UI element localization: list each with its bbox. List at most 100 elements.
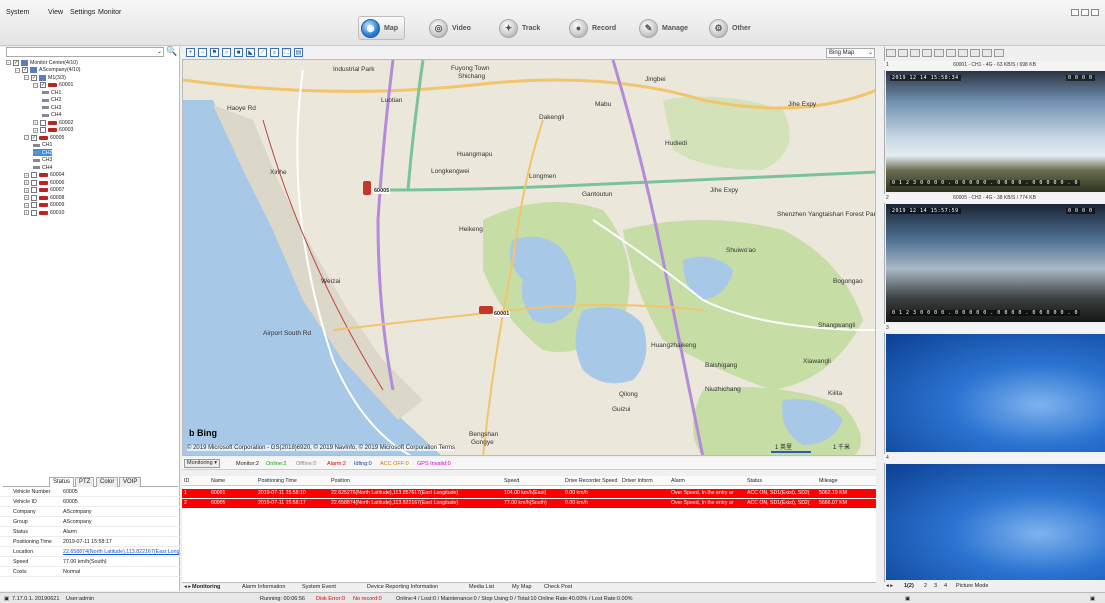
tree-checkbox[interactable]: ✓ — [31, 74, 37, 81]
tree-checkbox[interactable]: ✓ — [22, 67, 28, 73]
tree-checkbox[interactable] — [40, 119, 46, 126]
bottom-tab[interactable]: My Map — [512, 584, 532, 590]
video-talk-icon[interactable] — [970, 49, 980, 57]
tree-node[interactable]: CH4 — [33, 164, 52, 171]
nav-manage-button[interactable]: ✎ Manage — [639, 16, 688, 40]
polyline-icon[interactable]: ⟋ — [258, 48, 267, 57]
tab-scroll-icon[interactable]: ◂ ▸ — [184, 584, 191, 590]
tree-checkbox[interactable] — [31, 194, 37, 201]
tree-node[interactable]: +60009 — [24, 202, 64, 209]
grid-column-header[interactable]: Status — [747, 478, 762, 484]
monitoring-button[interactable]: Monitoring ▾ — [184, 459, 220, 468]
video-tab-4[interactable]: 4 — [944, 583, 947, 589]
tree-checkbox[interactable] — [40, 127, 46, 133]
video-window-3[interactable] — [886, 334, 1105, 452]
tree-expand-icon[interactable]: + — [33, 127, 38, 133]
tree-node[interactable]: +60002 — [33, 119, 73, 126]
nav-video-button[interactable]: ◎ Video — [429, 16, 471, 40]
tree-node[interactable]: CH1 — [33, 142, 52, 149]
grid-column-header[interactable]: Speed — [504, 478, 519, 484]
video-layout-icon[interactable] — [910, 49, 920, 57]
bottom-tab[interactable]: Alarm Information — [242, 584, 285, 590]
tree-checkbox[interactable] — [31, 187, 37, 193]
tree-expand-icon[interactable]: + — [24, 195, 29, 200]
minimize-button[interactable] — [1071, 9, 1079, 16]
tree-node[interactable]: +60007 — [24, 187, 64, 194]
fullscreen-icon[interactable]: ⛶ — [282, 48, 291, 57]
grid-column-header[interactable]: Drive Recorder Speed — [565, 478, 617, 484]
video-audio-icon[interactable] — [958, 49, 968, 57]
grid-column-header[interactable]: Positioning Time — [258, 478, 297, 484]
video-tab-3[interactable]: 3 — [934, 583, 937, 589]
grid-column-header[interactable]: Position — [331, 478, 350, 484]
tree-expand-icon[interactable]: − — [15, 67, 20, 73]
nav-record-button[interactable]: ● Record — [569, 16, 616, 40]
bottom-tab[interactable]: Check Post — [544, 584, 572, 590]
tree-search-input[interactable] — [6, 47, 164, 57]
table-row[interactable]: 1 60001 2019-07-11 15:58:10 22.625276(North… — [182, 489, 876, 498]
video-tab-1[interactable]: 1(2) — [904, 583, 914, 589]
tree-node[interactable]: − ✓ 60005 — [24, 134, 64, 141]
tree-expand-icon[interactable]: − — [33, 82, 38, 88]
tree-checkbox[interactable]: ✓ — [40, 82, 46, 88]
rectangle-icon[interactable]: ■ — [234, 48, 243, 57]
tree-node[interactable]: − ✓ Monitor Center(4/10) — [6, 59, 78, 66]
marker-icon[interactable]: ⚑ — [210, 48, 219, 57]
tree-node[interactable]: CH4 — [42, 112, 61, 119]
video-tab-picture-mode[interactable]: Picture Mode — [956, 583, 988, 589]
location-link[interactable]: 22.658874(North Latitude),113.822167(Eas… — [63, 549, 179, 555]
video-window-4[interactable] — [886, 464, 1105, 580]
nav-other-button[interactable]: ⚙ Other — [709, 16, 751, 40]
video-window-1[interactable]: 2019 12 14 15:58:34 0 0 0 0 0 1 2 3 0 0 … — [886, 71, 1105, 192]
zoom-in-icon[interactable]: + — [186, 48, 195, 57]
tree-checkbox[interactable] — [31, 179, 37, 186]
nav-track-button[interactable]: ✦ Track — [499, 16, 540, 40]
tree-node[interactable]: − ✓ 60001 — [33, 82, 73, 89]
video-tab-2[interactable]: 2 — [924, 583, 927, 589]
search-area-icon[interactable]: ⌕ — [270, 48, 279, 57]
tree-node[interactable]: +60010 — [24, 209, 64, 216]
tree-expand-icon[interactable]: + — [24, 202, 29, 208]
tree-expand-icon[interactable]: + — [33, 120, 38, 125]
grid-column-header[interactable]: Mileage — [819, 478, 838, 484]
tree-node[interactable]: +60008 — [24, 194, 64, 201]
video-snapshot-icon[interactable] — [946, 49, 956, 57]
zoom-out-icon[interactable]: − — [198, 48, 207, 57]
map-type-select[interactable]: Bing Map ⌄ — [826, 48, 875, 58]
polygon-icon[interactable]: ◣ — [246, 48, 255, 57]
tree-node[interactable]: CH2 — [42, 97, 61, 104]
tree-checkbox[interactable] — [31, 172, 37, 178]
vehicle-marker[interactable] — [363, 181, 371, 195]
video-record-icon[interactable] — [934, 49, 944, 57]
video-play-icon[interactable] — [886, 49, 896, 57]
menu-monitor[interactable]: Monitor — [98, 9, 121, 16]
search-icon[interactable]: 🔍 — [166, 46, 178, 58]
bottom-tab[interactable]: Device Reporting Information — [367, 584, 438, 590]
tree-checkbox[interactable] — [31, 209, 37, 216]
bottom-tab[interactable]: Media List — [469, 584, 494, 590]
status-icon[interactable]: ▣ — [905, 596, 910, 602]
tab-voip[interactable]: VOIP — [119, 477, 142, 487]
tab-status[interactable]: Status — [49, 477, 75, 487]
close-button[interactable] — [1091, 9, 1099, 16]
video-window-2[interactable]: 2019 12 14 15:57:59 0 0 0 0 0 1 2 3 0 0 … — [886, 204, 1105, 322]
menu-system[interactable]: System — [6, 9, 29, 16]
video-stop-icon[interactable] — [898, 49, 908, 57]
layers-icon[interactable]: ▤ — [294, 48, 303, 57]
tab-ptz[interactable]: PTZ — [75, 477, 95, 487]
tree-node[interactable]: CH1 — [42, 89, 61, 96]
grid-column-header[interactable]: Alarm — [671, 478, 685, 484]
tree-node[interactable]: CH3 — [33, 157, 52, 164]
bottom-tab[interactable]: Monitoring — [192, 584, 220, 590]
tree-node[interactable]: +60006 — [24, 179, 64, 186]
video-menu-icon[interactable] — [994, 49, 1004, 57]
tab-color[interactable]: Color — [96, 477, 119, 487]
circle-icon[interactable]: ○ — [222, 48, 231, 57]
tree-node[interactable]: CH2 — [33, 149, 53, 156]
tree-node[interactable]: − ✓ AScompany(4/10) — [15, 67, 81, 74]
chevron-down-icon[interactable]: ⌄ — [157, 48, 162, 55]
tree-expand-icon[interactable]: − — [24, 135, 29, 140]
tree-expand-icon[interactable]: + — [24, 180, 29, 185]
tree-expand-icon[interactable]: + — [24, 210, 29, 215]
tree-node[interactable]: − ✓ M1(3/3) — [24, 74, 66, 81]
